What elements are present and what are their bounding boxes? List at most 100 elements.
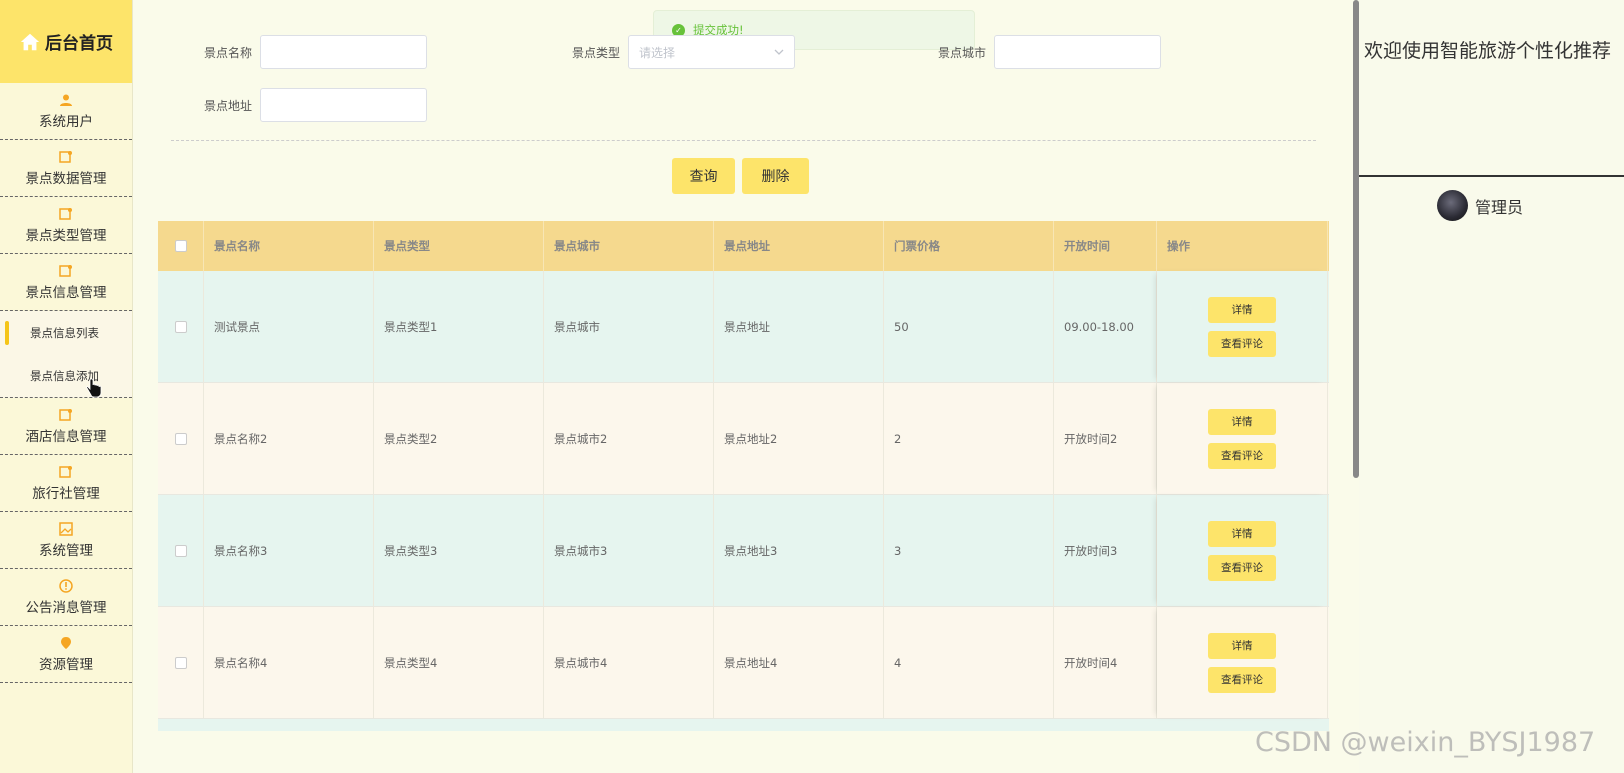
table-row: 测试景点 景点类型1 景点城市 景点地址 50 09.00-18.00 详情 查… [158, 271, 1329, 383]
select-all-cell [158, 221, 204, 271]
submenu-spot-info: 景点信息列表 景点信息添加 [0, 311, 132, 398]
sidebar-item-label: 公告消息管理 [25, 599, 107, 616]
spot-name-input[interactable] [260, 35, 427, 69]
user-info[interactable]: 管理员 [1437, 190, 1523, 221]
edit-icon [59, 207, 72, 220]
row-select-cell [158, 607, 204, 718]
spot-address-label: 景点地址 [203, 98, 252, 113]
cell-city: 景点城市 [544, 271, 714, 382]
sidebar-item-label: 资源管理 [39, 656, 93, 673]
panel-divider [1359, 175, 1624, 177]
user-name: 管理员 [1475, 197, 1524, 217]
row-checkbox[interactable] [174, 320, 187, 333]
cell-actions: 详情 查看评论 [1157, 607, 1328, 718]
sidebar-item-notice[interactable]: 公告消息管理 [0, 569, 132, 626]
sidebar-item-spot-data[interactable]: 景点数据管理 [0, 140, 132, 197]
spot-city-label: 景点城市 [937, 45, 986, 60]
submenu-item-spot-list[interactable]: 景点信息列表 [0, 311, 132, 354]
table-row-partial [158, 719, 1329, 731]
cell-address: 景点地址2 [714, 383, 884, 494]
sidebar-item-label: 景点信息管理 [25, 284, 107, 301]
view-comments-button[interactable]: 查看评论 [1208, 442, 1276, 469]
cell-time: 开放时间3 [1054, 495, 1157, 606]
column-header: 门票价格 [884, 221, 1054, 271]
spot-name-row: 景点名称 [196, 35, 427, 69]
sidebar-item-label: 酒店信息管理 [25, 428, 107, 445]
spot-table: 景点名称 景点类型 景点城市 景点地址 门票价格 开放时间 操作 测试景点 景点… [158, 221, 1329, 732]
column-header: 开放时间 [1054, 221, 1157, 271]
sidebar-item-label: 系统管理 [39, 542, 93, 559]
spot-city-input[interactable] [994, 35, 1161, 69]
right-panel: 欢迎使用智能旅游个性化推荐 管理员 [1359, 0, 1624, 773]
edit-icon [59, 264, 72, 277]
sidebar-item-label: 系统用户 [39, 113, 93, 130]
delete-button[interactable]: 删除 [742, 158, 809, 194]
user-icon [60, 94, 72, 106]
cell-city: 景点城市4 [544, 607, 714, 718]
home-link[interactable]: 后台首页 [0, 0, 132, 83]
sidebar-item-system[interactable]: 系统管理 [0, 512, 132, 569]
cell-city: 景点城市2 [544, 383, 714, 494]
cell-price: 4 [884, 607, 1054, 718]
cell-actions: 详情 查看评论 [1157, 495, 1328, 606]
cell-type: 景点类型4 [374, 607, 544, 718]
query-button[interactable]: 查询 [672, 158, 735, 194]
cell-time: 开放时间4 [1054, 607, 1157, 718]
sidebar-item-agency[interactable]: 旅行社管理 [0, 455, 132, 512]
row-select-cell [158, 495, 204, 606]
view-comments-button[interactable]: 查看评论 [1208, 330, 1276, 357]
cell-address: 景点地址 [714, 271, 884, 382]
column-header: 景点名称 [204, 221, 374, 271]
chevron-down-icon [774, 49, 784, 55]
detail-button[interactable]: 详情 [1208, 520, 1276, 547]
avatar [1437, 190, 1468, 221]
sidebar-item-resource[interactable]: 资源管理 [0, 626, 132, 683]
detail-button[interactable]: 详情 [1208, 296, 1276, 323]
view-comments-button[interactable]: 查看评论 [1208, 666, 1276, 693]
cell-type: 景点类型1 [374, 271, 544, 382]
cell-time: 开放时间2 [1054, 383, 1157, 494]
view-comments-button[interactable]: 查看评论 [1208, 554, 1276, 581]
sidebar-item-hotel[interactable]: 酒店信息管理 [0, 398, 132, 455]
welcome-text: 欢迎使用智能旅游个性化推荐 [1364, 40, 1612, 62]
cell-price: 50 [884, 271, 1054, 382]
cell-name: 景点名称4 [204, 607, 374, 718]
row-checkbox[interactable] [174, 656, 187, 669]
row-checkbox[interactable] [174, 432, 187, 445]
sidebar-item-spot-info[interactable]: 景点信息管理 [0, 254, 132, 311]
image-icon [59, 521, 73, 536]
sidebar-item-label: 景点类型管理 [25, 227, 107, 244]
row-checkbox[interactable] [174, 544, 187, 557]
spot-address-input[interactable] [260, 88, 427, 122]
sidebar-item-spot-type[interactable]: 景点类型管理 [0, 197, 132, 254]
table-row: 景点名称4 景点类型4 景点城市4 景点地址4 4 开放时间4 详情 查看评论 [158, 607, 1329, 719]
detail-button[interactable]: 详情 [1208, 632, 1276, 659]
spot-type-row: 景点类型 请选择 [564, 35, 795, 69]
table-row: 景点名称3 景点类型3 景点城市3 景点地址3 3 开放时间3 详情 查看评论 [158, 495, 1329, 607]
cell-actions: 详情 查看评论 [1157, 271, 1328, 382]
cell-address: 景点地址4 [714, 607, 884, 718]
cell-type: 景点类型3 [374, 495, 544, 606]
row-select-cell [158, 383, 204, 494]
spot-type-select[interactable]: 请选择 [628, 35, 795, 69]
select-all-checkbox[interactable] [174, 240, 187, 252]
column-header: 景点城市 [544, 221, 714, 271]
table-row: 景点名称2 景点类型2 景点城市2 景点地址2 2 开放时间2 详情 查看评论 [158, 383, 1329, 495]
spot-address-row: 景点地址 [196, 88, 427, 122]
brand-title: 后台首页 [45, 34, 113, 54]
edit-icon [59, 150, 72, 163]
sidebar-item-users[interactable]: 系统用户 [0, 83, 132, 140]
submenu-item-spot-add[interactable]: 景点信息添加 [0, 354, 132, 397]
cell-address: 景点地址3 [714, 495, 884, 606]
sidebar-item-label: 景点数据管理 [25, 170, 107, 187]
detail-button[interactable]: 详情 [1208, 408, 1276, 435]
spot-name-label: 景点名称 [203, 45, 252, 60]
spot-type-placeholder: 请选择 [639, 45, 676, 60]
cell-name: 景点名称3 [204, 495, 374, 606]
cell-time: 09.00-18.00 [1054, 271, 1157, 382]
spot-city-row: 景点城市 [930, 35, 1161, 69]
cell-name: 景点名称2 [204, 383, 374, 494]
cell-actions: 详情 查看评论 [1157, 383, 1328, 494]
main-content: ✓ 提交成功! 景点名称 景点类型 请选择 景点城市 景点地址 查询 删除 景点… [134, 0, 1351, 773]
watermark: CSDN @weixin_BYSJ1987 [1255, 727, 1596, 758]
